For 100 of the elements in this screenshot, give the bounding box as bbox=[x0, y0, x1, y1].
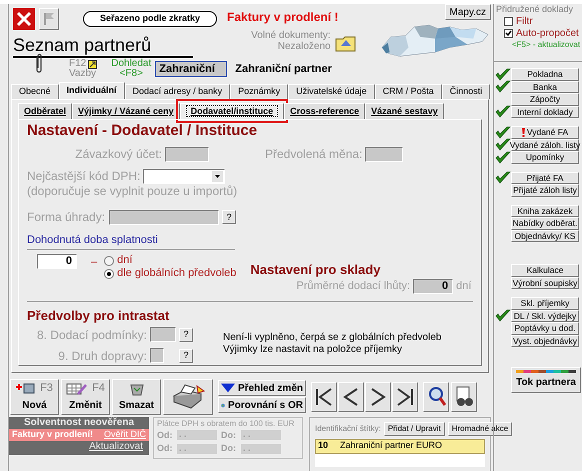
radio-button[interactable] bbox=[104, 256, 114, 266]
checkbox-label: Auto-propočet bbox=[516, 26, 579, 40]
tab[interactable]: CRM / Pošta bbox=[374, 84, 442, 99]
panel-title: Plátce DPH s obratem do 100 tis. EUR bbox=[157, 418, 296, 428]
help-button[interactable]: ? bbox=[179, 348, 193, 362]
shortcut-label: F3 bbox=[40, 381, 53, 396]
caret-icon bbox=[212, 170, 224, 182]
document-button[interactable]: Kalkulace bbox=[511, 264, 579, 276]
from-label: Od: bbox=[157, 442, 174, 455]
first-icon bbox=[314, 386, 334, 406]
tab[interactable]: Individuální bbox=[58, 82, 125, 99]
tab[interactable]: Uživatelské údaje bbox=[288, 84, 375, 99]
folder-icon[interactable] bbox=[334, 34, 357, 52]
group-title: Přidružené doklady bbox=[496, 4, 574, 15]
document-button[interactable]: Interní doklady bbox=[511, 106, 579, 118]
date-field: . . bbox=[177, 444, 217, 454]
subtab[interactable]: Vázané sestavy bbox=[365, 103, 444, 119]
document-button[interactable]: Přijaté FA bbox=[511, 172, 579, 184]
document-button[interactable]: Vyst. objednávky bbox=[511, 334, 579, 347]
input-field[interactable] bbox=[150, 327, 176, 342]
refresh-hint: <F5> - aktualizovat bbox=[512, 39, 580, 51]
document-button[interactable]: Zápočty bbox=[511, 93, 579, 106]
compare-button[interactable]: Porovnání s OR bbox=[218, 397, 306, 413]
checkbox[interactable] bbox=[504, 16, 513, 26]
changes-button[interactable]: Přehled změn bbox=[218, 380, 306, 396]
delete-button[interactable]: Smazat bbox=[112, 378, 161, 414]
radio-label: dle globálních předvoleb bbox=[117, 266, 236, 282]
to-label: Do: bbox=[221, 442, 237, 455]
labels-title: Identifikační štítky: bbox=[315, 422, 381, 434]
subtab[interactable]: Odběratel bbox=[18, 103, 72, 119]
field-label: 8. Dodací podmínky: bbox=[36, 326, 148, 344]
document-button[interactable]: Upomínky bbox=[511, 151, 579, 164]
flow-button[interactable]: Tok partnera bbox=[511, 367, 581, 393]
tab[interactable]: Poznámky bbox=[230, 84, 288, 99]
tab[interactable]: Činnosti bbox=[442, 84, 490, 99]
links-label: Vazby bbox=[69, 69, 98, 79]
dropdown[interactable] bbox=[143, 168, 226, 184]
search-field[interactable]: Zahraniční bbox=[155, 61, 228, 77]
paperclip-icon[interactable] bbox=[35, 53, 43, 75]
subtab[interactable]: Cross-reference bbox=[284, 103, 366, 119]
next-button[interactable] bbox=[365, 382, 391, 412]
map-button[interactable]: Mapy.cz bbox=[444, 4, 491, 20]
edit-button[interactable]: F4 Změnit bbox=[61, 378, 110, 414]
checkbox-label: Filtr bbox=[516, 14, 533, 28]
link-icon[interactable] bbox=[88, 60, 98, 68]
note-text: Výjimky lze nastavit na položce příjemky bbox=[223, 344, 403, 356]
refresh-link[interactable]: Aktualizovat bbox=[89, 440, 143, 452]
last-button[interactable] bbox=[392, 382, 418, 412]
subtab[interactable]: Výjimky / Vázané ceny bbox=[72, 103, 180, 119]
checkbox[interactable] bbox=[504, 28, 513, 38]
document-button[interactable]: Poptávky u dod. bbox=[511, 322, 579, 334]
label-row[interactable]: 10 Zahraniční partner EURO bbox=[315, 438, 485, 454]
free-docs-value: Nezaloženo bbox=[278, 41, 331, 52]
printer-icon bbox=[171, 384, 205, 410]
field-label: Závazkový účet: bbox=[74, 146, 163, 163]
document-button[interactable]: Výrobní soupisky bbox=[511, 276, 579, 289]
tab[interactable]: Obecné bbox=[11, 84, 59, 99]
binoculars-icon bbox=[454, 386, 474, 408]
binoculars-button[interactable] bbox=[451, 382, 477, 412]
shortcut-label: F4 bbox=[92, 381, 105, 396]
input-field[interactable]: 0 bbox=[413, 278, 454, 294]
close-icon bbox=[16, 11, 32, 27]
new-button[interactable]: F3 Nová bbox=[10, 378, 59, 414]
document-button[interactable]: Objednávky/ KS bbox=[511, 230, 579, 242]
flag-button[interactable] bbox=[39, 8, 59, 30]
document-button[interactable]: Banka bbox=[511, 80, 579, 93]
field-label: 9. Druh dopravy: bbox=[57, 348, 148, 364]
document-button[interactable]: Skl. příjemky bbox=[511, 297, 579, 310]
help-button[interactable]: ? bbox=[179, 328, 193, 342]
field-label: Průměrné dodací lhůty: bbox=[296, 279, 412, 294]
section-heading: Nastavení - Dodavatel / Instituce bbox=[27, 122, 258, 140]
free-docs-label: Volné dokumenty: bbox=[251, 30, 331, 41]
document-button[interactable]: Vydané záloh. listy bbox=[511, 138, 579, 151]
unit-label: dní bbox=[456, 279, 472, 294]
add-record-icon bbox=[16, 382, 36, 396]
print-button[interactable] bbox=[163, 378, 213, 414]
document-button[interactable]: Nabídky odběrat. bbox=[511, 217, 579, 230]
days-field[interactable]: 0 bbox=[37, 254, 77, 269]
input-field[interactable] bbox=[150, 348, 164, 363]
document-button[interactable]: DL / Skl. výdejky bbox=[511, 310, 579, 322]
document-button[interactable]: Přijaté záloh listy bbox=[511, 184, 579, 196]
radio-label: dní bbox=[117, 253, 132, 268]
close-button[interactable] bbox=[13, 8, 35, 30]
labels-action-button[interactable]: Přidat / Upravit bbox=[384, 422, 445, 436]
previous-button[interactable] bbox=[338, 382, 364, 412]
page-title: Seznam partnerů bbox=[13, 34, 152, 56]
radio-button[interactable] bbox=[104, 268, 114, 278]
document-button[interactable]: Pokladna bbox=[511, 68, 579, 80]
field-label: Forma úhrady: bbox=[27, 209, 106, 226]
document-button[interactable]: Vydané FA bbox=[511, 126, 579, 138]
label-code: 10 bbox=[317, 439, 330, 452]
field-label: Nejčastější kód DPH: bbox=[27, 168, 142, 185]
color-bar-icon bbox=[516, 370, 576, 373]
document-button[interactable]: Kniha zakázek bbox=[511, 204, 579, 217]
partner-name: Zahraniční partner bbox=[235, 62, 332, 77]
overdue-text: Faktury v prodlení! bbox=[12, 428, 94, 441]
tab[interactable]: Dodací adresy / banky bbox=[124, 84, 230, 99]
date-field: . . bbox=[241, 444, 281, 454]
search-button[interactable] bbox=[423, 382, 449, 412]
first-button[interactable] bbox=[311, 382, 337, 412]
